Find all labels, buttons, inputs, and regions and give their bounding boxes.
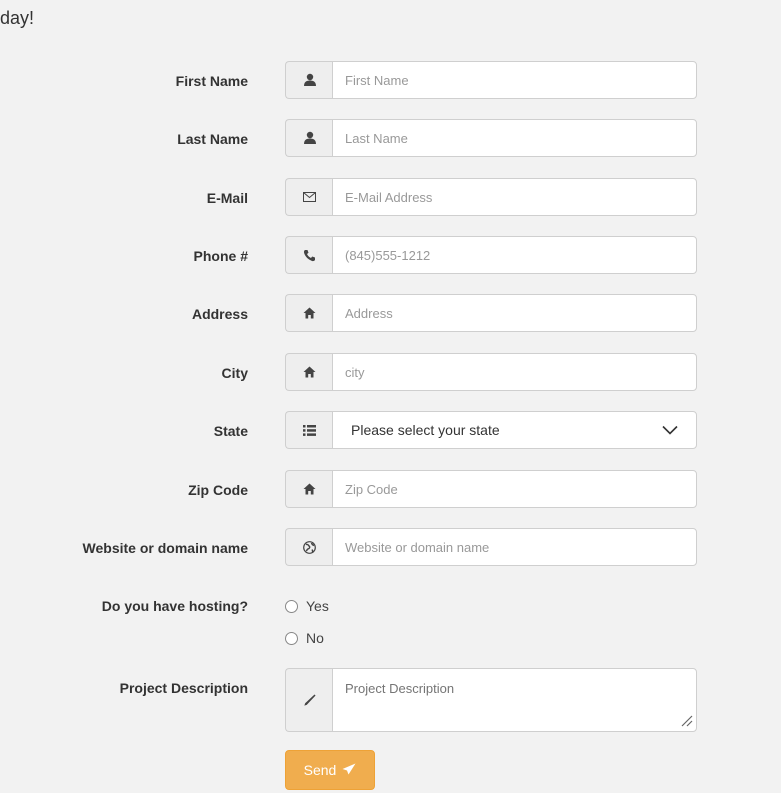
address-input[interactable] <box>332 294 697 332</box>
page-heading: day! <box>0 8 35 28</box>
description-textarea[interactable] <box>332 668 697 732</box>
last-name-label: Last Name <box>177 131 248 147</box>
city-row: City <box>0 353 781 393</box>
user-icon <box>285 119 333 157</box>
zip-input[interactable] <box>332 470 697 508</box>
website-input[interactable] <box>332 528 697 566</box>
hosting-yes-option[interactable]: Yes <box>285 596 329 616</box>
chevron-down-icon <box>662 422 678 438</box>
hosting-yes-radio[interactable] <box>285 599 298 613</box>
send-button[interactable]: Send <box>285 750 375 790</box>
last-name-input[interactable] <box>332 119 697 157</box>
pencil-icon <box>285 668 333 732</box>
hosting-no-option[interactable]: No <box>285 628 324 648</box>
state-select[interactable]: Please select your state <box>332 411 697 449</box>
hosting-no-radio[interactable] <box>285 631 298 645</box>
address-row: Address <box>0 294 781 334</box>
home-icon <box>285 294 333 332</box>
description-label: Project Description <box>119 680 248 696</box>
email-row: E-Mail <box>0 178 781 218</box>
resize-handle-icon[interactable] <box>679 713 693 727</box>
website-label: Website or domain name <box>82 540 248 556</box>
city-input[interactable] <box>332 353 697 391</box>
address-label: Address <box>191 306 248 322</box>
phone-label: Phone # <box>193 248 248 264</box>
globe-icon <box>285 528 333 566</box>
send-icon <box>342 762 356 778</box>
hosting-no-label: No <box>306 630 324 646</box>
phone-input[interactable] <box>332 236 697 274</box>
phone-row: Phone # <box>0 236 781 276</box>
last-name-row: Last Name <box>0 119 781 159</box>
list-icon <box>285 411 333 449</box>
state-selected-value: Please select your state <box>351 422 500 438</box>
home-icon <box>285 470 333 508</box>
phone-icon <box>285 236 333 274</box>
email-label: E-Mail <box>206 190 248 206</box>
email-input[interactable] <box>332 178 697 216</box>
hosting-yes-label: Yes <box>306 598 329 614</box>
user-icon <box>285 61 333 99</box>
zip-label: Zip Code <box>188 482 248 498</box>
hosting-label: Do you have hosting? <box>101 598 248 614</box>
send-button-label: Send <box>303 762 337 778</box>
state-label: State <box>213 423 248 439</box>
website-row: Website or domain name <box>0 528 781 568</box>
zip-row: Zip Code <box>0 470 781 510</box>
home-icon <box>285 353 333 391</box>
envelope-icon <box>285 178 333 216</box>
first-name-label: First Name <box>175 73 248 89</box>
state-row: State Please select your state <box>0 411 781 451</box>
city-label: City <box>221 365 248 381</box>
first-name-input[interactable] <box>332 61 697 99</box>
first-name-row: First Name <box>0 61 781 101</box>
